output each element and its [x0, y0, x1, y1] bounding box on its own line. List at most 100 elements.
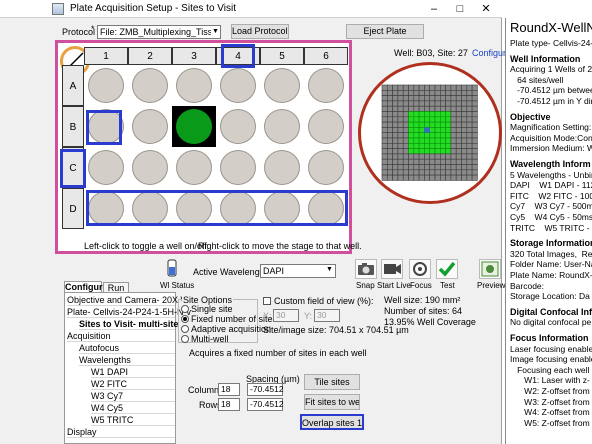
site-tile[interactable]: [466, 111, 473, 118]
site-tile[interactable]: [471, 169, 478, 176]
site-tile[interactable]: [466, 158, 473, 165]
site-tile[interactable]: [429, 89, 436, 96]
site-tile[interactable]: [392, 111, 399, 118]
site-tile[interactable]: [418, 105, 425, 112]
site-tile[interactable]: [461, 127, 468, 134]
site-tile[interactable]: [397, 169, 404, 176]
site-tile[interactable]: [418, 95, 425, 102]
site-tile[interactable]: [408, 174, 415, 181]
site-tile-active[interactable]: [408, 127, 415, 134]
site-tile[interactable]: [418, 153, 425, 160]
site-tile-active[interactable]: [445, 127, 452, 134]
site-tile[interactable]: [413, 95, 420, 102]
site-tile-active[interactable]: [440, 121, 446, 128]
site-tile[interactable]: [386, 95, 393, 102]
site-tile-active[interactable]: [418, 116, 425, 123]
site-tile[interactable]: [381, 153, 388, 160]
site-tile[interactable]: [445, 100, 452, 107]
site-tile[interactable]: [471, 116, 478, 123]
option-multi-well[interactable]: Multi-well: [181, 334, 229, 344]
site-tile-active[interactable]: [429, 116, 436, 123]
site-tile-active[interactable]: [440, 127, 446, 134]
well-A2[interactable]: [128, 65, 172, 106]
site-tile[interactable]: [471, 158, 478, 165]
option-single-site[interactable]: Single site: [181, 304, 233, 314]
site-tile[interactable]: [455, 148, 462, 155]
site-tile[interactable]: [455, 111, 462, 118]
site-tile-active[interactable]: [440, 111, 446, 118]
site-tile-active[interactable]: [408, 143, 415, 149]
site-tile[interactable]: [381, 164, 388, 171]
site-tile[interactable]: [461, 174, 468, 181]
site-tile[interactable]: [440, 84, 446, 91]
site-tile[interactable]: [408, 164, 415, 171]
chevron-down-icon[interactable]: ▼: [211, 26, 220, 38]
site-tile[interactable]: [386, 174, 393, 181]
site-tile[interactable]: [429, 169, 436, 176]
preview-icon[interactable]: [479, 259, 501, 279]
site-tile[interactable]: [455, 137, 462, 144]
site-tile[interactable]: [392, 100, 399, 107]
site-tile[interactable]: [471, 89, 478, 96]
site-tile[interactable]: [455, 95, 462, 102]
site-tile[interactable]: [455, 169, 462, 176]
site-tile[interactable]: [408, 89, 415, 96]
site-tile[interactable]: [397, 116, 404, 123]
tree-item[interactable]: Autofocus: [79, 342, 175, 354]
column-header-2[interactable]: 2: [128, 47, 172, 65]
wl-status-icon[interactable]: [164, 258, 180, 278]
site-tile[interactable]: [402, 158, 409, 165]
well-B4[interactable]: [216, 106, 260, 147]
site-tile[interactable]: [440, 158, 446, 165]
site-tile[interactable]: [461, 153, 468, 160]
site-tile-active[interactable]: [429, 127, 436, 134]
site-tile[interactable]: [434, 153, 441, 160]
site-tile[interactable]: [386, 137, 393, 144]
site-tile[interactable]: [402, 116, 409, 123]
site-tile[interactable]: [386, 105, 393, 112]
site-tile[interactable]: [397, 174, 404, 181]
site-tile-active[interactable]: [424, 116, 431, 123]
well-A4[interactable]: [216, 65, 260, 106]
site-tile[interactable]: [450, 174, 457, 181]
site-tile[interactable]: [386, 127, 393, 134]
site-tile-active[interactable]: [429, 148, 436, 155]
site-tile[interactable]: [408, 169, 415, 176]
site-tile[interactable]: [445, 169, 452, 176]
well-B5[interactable]: [260, 106, 304, 147]
site-tile[interactable]: [392, 121, 399, 128]
site-tile[interactable]: [408, 158, 415, 165]
site-tile[interactable]: [429, 153, 436, 160]
site-tile[interactable]: [392, 127, 399, 134]
site-tile-active[interactable]: [440, 132, 446, 139]
row-header-A[interactable]: A: [62, 65, 84, 106]
site-tile[interactable]: [440, 105, 446, 112]
focus-icon[interactable]: [409, 259, 431, 279]
well-A1[interactable]: [84, 65, 128, 106]
site-tile[interactable]: [471, 121, 478, 128]
site-tile[interactable]: [402, 164, 409, 171]
option-adaptive[interactable]: Adaptive acquisition: [181, 324, 271, 334]
protocol-dropdown[interactable]: File: ZMB_Multiplexing_Tissue_Guid: [97, 25, 221, 39]
site-tile[interactable]: [466, 105, 473, 112]
column-header-5[interactable]: 5: [260, 47, 304, 65]
site-tile[interactable]: [424, 153, 431, 160]
site-tile-active[interactable]: [413, 111, 420, 118]
site-tile[interactable]: [381, 116, 388, 123]
site-tile-active[interactable]: [434, 121, 441, 128]
site-tile[interactable]: [386, 158, 393, 165]
site-tile[interactable]: [471, 132, 478, 139]
snap-camera-icon[interactable]: [355, 259, 377, 279]
site-tile[interactable]: [466, 137, 473, 144]
well-B6[interactable]: [304, 106, 348, 147]
site-tile[interactable]: [450, 153, 457, 160]
site-tile[interactable]: [381, 100, 388, 107]
site-tile[interactable]: [424, 164, 431, 171]
site-tile-active[interactable]: [434, 148, 441, 155]
site-tile[interactable]: [440, 89, 446, 96]
site-tile[interactable]: [392, 153, 399, 160]
site-tile[interactable]: [386, 121, 393, 128]
site-tile[interactable]: [408, 95, 415, 102]
well-C1[interactable]: [84, 147, 128, 188]
site-tile[interactable]: [392, 158, 399, 165]
